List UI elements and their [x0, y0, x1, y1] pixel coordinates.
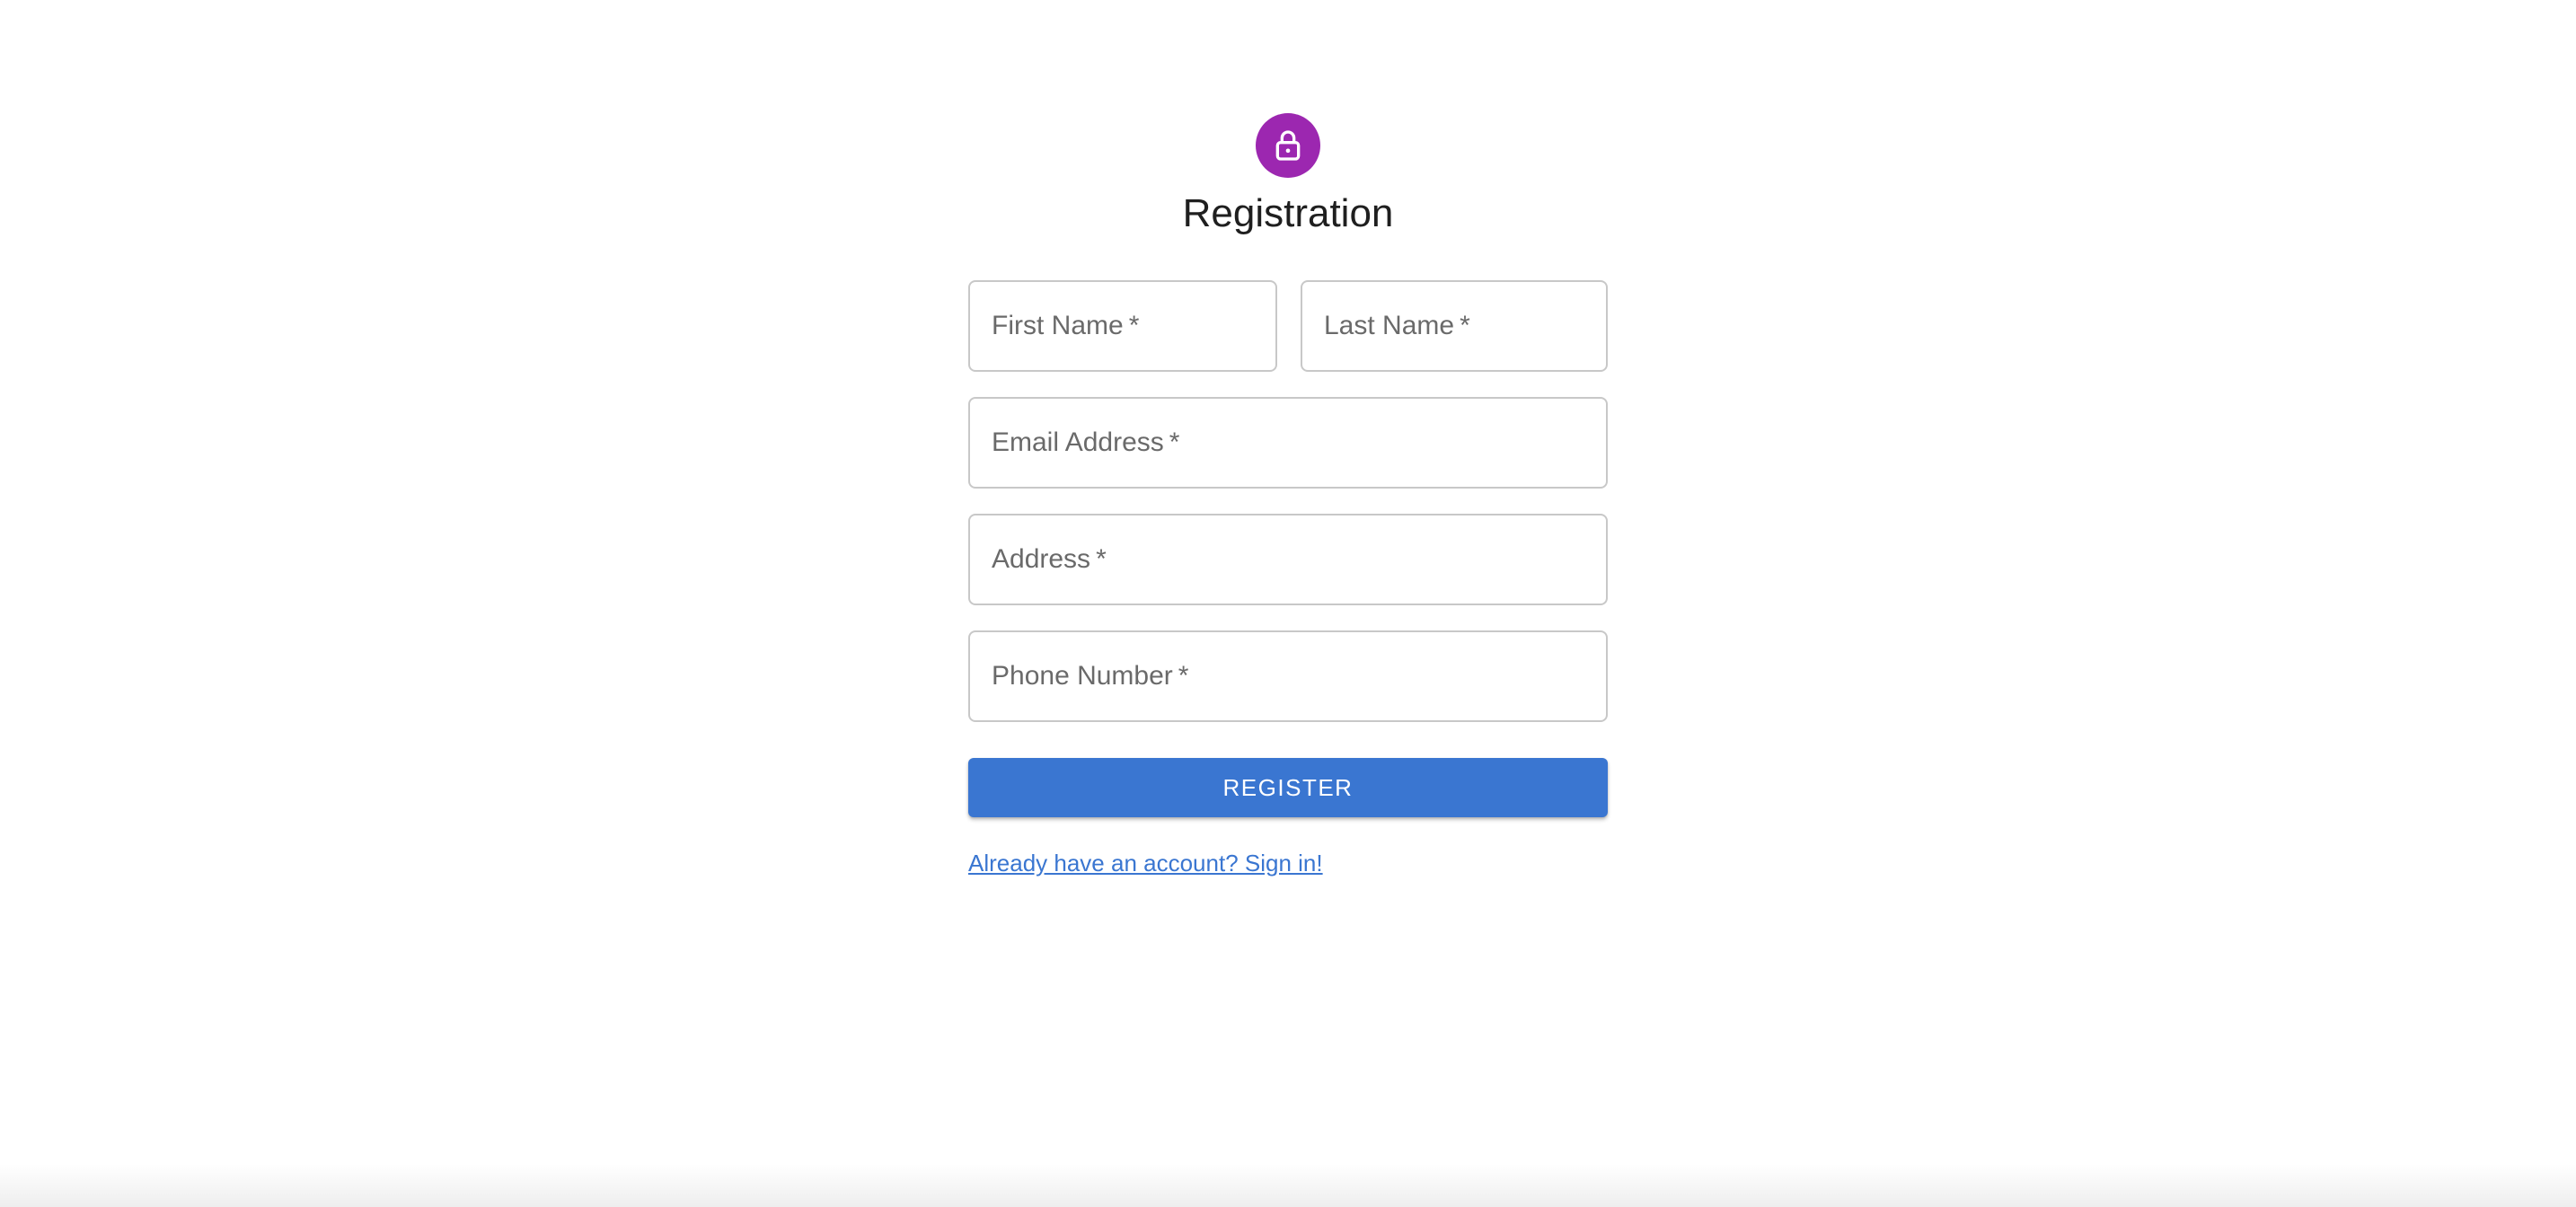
- bottom-shadow: [0, 1164, 2576, 1207]
- first-name-field[interactable]: First Name *: [968, 280, 1277, 372]
- address-field[interactable]: Address *: [968, 514, 1608, 605]
- phone-number-label: Phone Number *: [992, 661, 1189, 691]
- lock-icon: [1275, 130, 1301, 161]
- first-name-label: First Name *: [992, 311, 1140, 340]
- avatar: [1256, 113, 1320, 178]
- page-title: Registration: [1182, 191, 1394, 235]
- last-name-field[interactable]: Last Name *: [1301, 280, 1608, 372]
- address-label: Address *: [992, 544, 1107, 574]
- register-button[interactable]: REGISTER: [968, 758, 1608, 817]
- sign-in-link[interactable]: Already have an account? Sign in!: [968, 850, 1323, 877]
- last-name-label: Last Name *: [1324, 311, 1470, 340]
- registration-page: Registration First Name * Last Name * Emai…: [0, 0, 2576, 1207]
- email-field[interactable]: Email Address *: [968, 397, 1608, 489]
- email-label: Email Address *: [992, 427, 1180, 457]
- phone-number-field[interactable]: Phone Number *: [968, 630, 1608, 722]
